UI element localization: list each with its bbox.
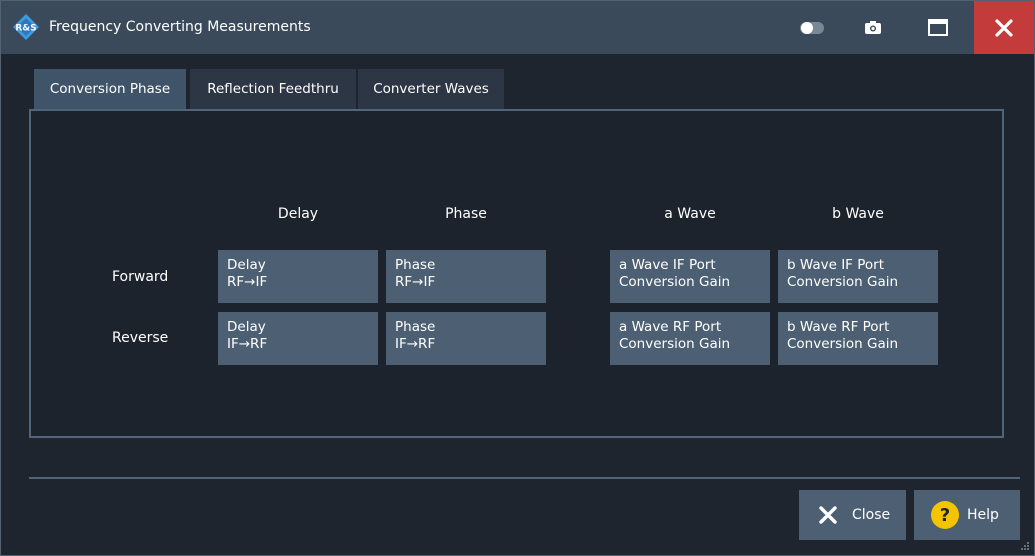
cell-line1: b Wave RF Port: [787, 319, 890, 335]
close-icon: [819, 506, 837, 524]
svg-text:R&S: R&S: [15, 24, 36, 34]
window-close-button[interactable]: [974, 1, 1034, 54]
toggle-button[interactable]: [790, 1, 834, 54]
help-button-label: Help: [967, 507, 999, 523]
cell-line1: a Wave RF Port: [619, 319, 722, 335]
dialog-window: R&S Frequency Converting Measurements Co…: [0, 0, 1035, 556]
a-wave-if-port-button[interactable]: a Wave IF Port Conversion Gain: [610, 250, 770, 303]
column-header-a-wave: a Wave: [664, 206, 716, 222]
close-button-label: Close: [852, 507, 891, 523]
tab-conversion-phase[interactable]: Conversion Phase: [34, 69, 186, 109]
delay-if-rf-button[interactable]: Delay IF→RF: [218, 312, 378, 365]
screenshot-button[interactable]: [851, 1, 895, 54]
maximize-icon: [928, 19, 948, 36]
cell-line1: Delay: [227, 319, 266, 335]
tab-converter-waves[interactable]: Converter Waves: [358, 69, 504, 109]
delay-rf-if-button[interactable]: Delay RF→IF: [218, 250, 378, 303]
phase-rf-if-button[interactable]: Phase RF→IF: [386, 250, 546, 303]
toggle-icon: [800, 21, 824, 34]
b-wave-if-port-button[interactable]: b Wave IF Port Conversion Gain: [778, 250, 938, 303]
column-header-b-wave: b Wave: [832, 206, 884, 222]
footer-divider: [29, 477, 1020, 479]
column-header-phase: Phase: [445, 206, 487, 222]
row-label-reverse: Reverse: [112, 330, 169, 346]
cell-line2: Conversion Gain: [619, 274, 731, 290]
close-button[interactable]: Close: [799, 490, 906, 540]
cell-line1: a Wave IF Port: [619, 257, 716, 273]
tab-reflection-feedthru[interactable]: Reflection Feedthru: [190, 69, 356, 109]
help-button[interactable]: ? Help: [914, 490, 1020, 540]
b-wave-rf-port-button[interactable]: b Wave RF Port Conversion Gain: [778, 312, 938, 365]
camera-icon: [865, 21, 881, 34]
help-icon: ?: [931, 501, 959, 529]
maximize-button[interactable]: [916, 1, 960, 54]
cell-line2: Conversion Gain: [619, 336, 731, 352]
cell-line2: Conversion Gain: [787, 274, 899, 290]
close-icon: [995, 18, 1013, 37]
cell-line1: Phase: [395, 319, 436, 335]
cell-line2: IF→RF: [227, 336, 268, 352]
cell-line2: IF→RF: [395, 336, 436, 352]
svg-text:?: ?: [940, 505, 950, 526]
cell-line1: b Wave IF Port: [787, 257, 885, 273]
window-title: Frequency Converting Measurements: [49, 19, 311, 35]
a-wave-rf-port-button[interactable]: a Wave RF Port Conversion Gain: [610, 312, 770, 365]
app-logo-icon: R&S: [13, 14, 39, 40]
cell-line1: Phase: [395, 257, 436, 273]
column-header-delay: Delay: [277, 206, 319, 222]
cell-line2: RF→IF: [227, 274, 268, 290]
title-bar[interactable]: R&S Frequency Converting Measurements: [1, 1, 1034, 54]
cell-line1: Delay: [227, 257, 266, 273]
resize-grip-icon[interactable]: [1020, 541, 1030, 551]
row-label-forward: Forward: [112, 269, 169, 285]
phase-if-rf-button[interactable]: Phase IF→RF: [386, 312, 546, 365]
cell-line2: RF→IF: [395, 274, 436, 290]
cell-line2: Conversion Gain: [787, 336, 899, 352]
